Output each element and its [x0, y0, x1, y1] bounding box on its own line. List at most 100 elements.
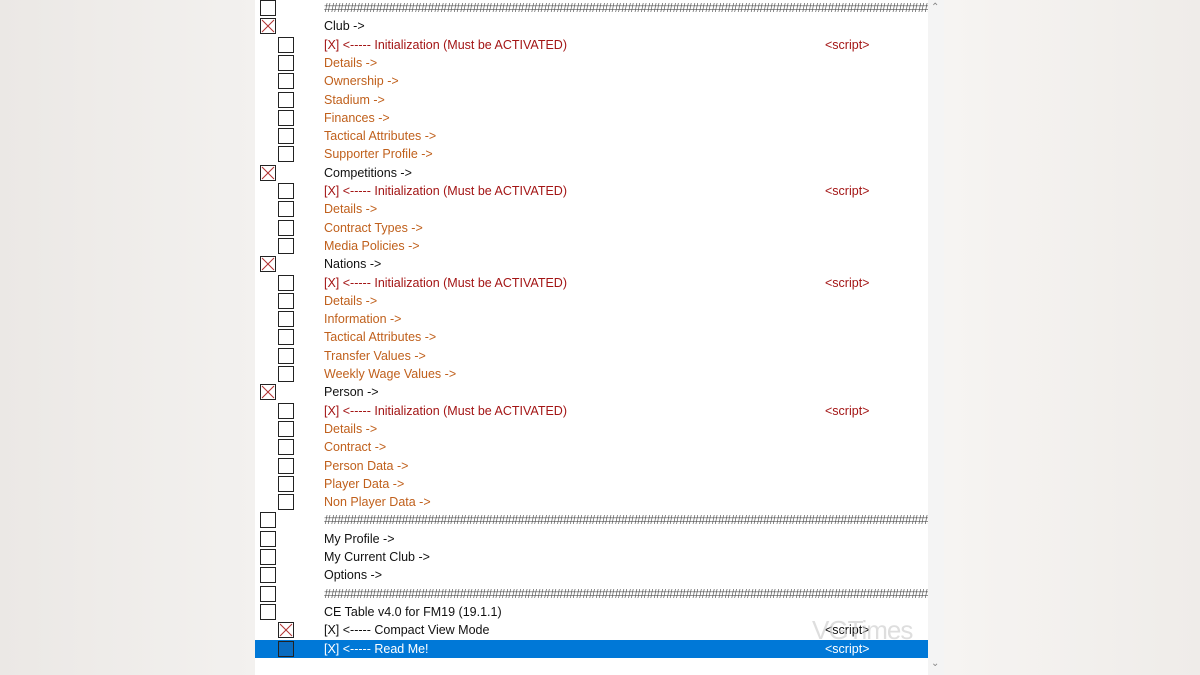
entry-description: [X] <----- Initialization (Must be ACTIV… [324, 275, 567, 290]
table-entry[interactable]: Weekly Wage Values -> [255, 365, 928, 383]
table-entry[interactable]: Options -> [255, 566, 928, 584]
checkbox[interactable] [278, 128, 294, 145]
table-entry[interactable]: Nations -> [255, 255, 928, 273]
table-entry[interactable]: Club -> [255, 17, 928, 35]
entry-description: Tactical Attributes -> [324, 330, 437, 345]
checkbox[interactable] [278, 109, 294, 126]
entry-description: Player Data -> [324, 476, 405, 491]
checkbox[interactable] [278, 91, 294, 108]
checkbox[interactable] [278, 366, 294, 382]
checkbox[interactable] [260, 549, 276, 565]
entry-description: Transfer Values -> [324, 348, 426, 363]
entry-value: <script> [825, 403, 870, 418]
entry-description: Details -> [324, 202, 378, 217]
checkbox[interactable] [278, 73, 294, 90]
entry-description: [X] <----- Compact View Mode [324, 623, 490, 638]
checkbox[interactable] [260, 512, 276, 529]
checkbox[interactable] [278, 146, 294, 163]
table-entry[interactable]: Tactical Attributes -> [255, 127, 928, 145]
vertical-scrollbar[interactable]: ⌃ ⌄ [928, 0, 944, 675]
table-entry[interactable]: ########################################… [255, 585, 928, 603]
table-entry[interactable]: Non Player Data -> [255, 493, 928, 511]
table-entry[interactable]: [X] <----- Initialization (Must be ACTIV… [255, 36, 928, 54]
entry-description: Finances -> [324, 110, 390, 125]
table-entry[interactable]: Information -> [255, 310, 928, 328]
table-entry[interactable]: Player Data -> [255, 475, 928, 493]
separator-entry: ########################################… [324, 1, 928, 15]
table-entry[interactable]: Contract Types -> [255, 219, 928, 237]
entry-description: Tactical Attributes -> [324, 129, 437, 144]
entry-description: Non Player Data -> [324, 495, 431, 510]
entry-description: Ownership -> [324, 74, 399, 89]
table-entry[interactable]: Contract -> [255, 438, 928, 456]
table-entry[interactable]: Finances -> [255, 109, 928, 127]
table-entry[interactable]: Supporter Profile -> [255, 145, 928, 163]
checkbox-checked[interactable] [260, 256, 276, 273]
checkbox[interactable] [278, 329, 294, 346]
table-entry[interactable]: Tactical Attributes -> [255, 328, 928, 346]
table-entry[interactable]: ########################################… [255, 511, 928, 529]
entry-description: Supporter Profile -> [324, 147, 433, 162]
checkbox[interactable] [278, 640, 294, 657]
entry-description: Information -> [324, 312, 402, 327]
background-left [0, 0, 255, 675]
checkbox[interactable] [278, 237, 294, 254]
table-entry[interactable]: Ownership -> [255, 72, 928, 90]
separator-entry: ########################################… [324, 513, 928, 528]
checkbox[interactable] [278, 201, 294, 218]
table-entry[interactable]: Details -> [255, 292, 928, 310]
scroll-up-icon[interactable]: ⌃ [931, 2, 939, 13]
checkbox-checked[interactable] [260, 384, 276, 401]
table-entry[interactable]: Details -> [255, 200, 928, 218]
table-entry[interactable]: Transfer Values -> [255, 347, 928, 365]
table-entry[interactable]: Stadium -> [255, 91, 928, 109]
table-entry[interactable]: Person -> [255, 383, 928, 401]
table-entry[interactable]: Details -> [255, 420, 928, 438]
table-entry[interactable]: [X] <----- Initialization (Must be ACTIV… [255, 274, 928, 292]
checkbox[interactable] [278, 292, 294, 309]
checkbox[interactable] [278, 219, 294, 236]
checkbox[interactable] [278, 475, 294, 492]
entry-description: [X] <----- Initialization (Must be ACTIV… [324, 403, 567, 418]
entry-value: <script> [825, 37, 870, 52]
table-entry[interactable]: My Current Club -> [255, 548, 928, 566]
checkbox[interactable] [278, 54, 294, 71]
entry-description: [X] <----- Read Me! [324, 641, 429, 656]
checkbox[interactable] [278, 494, 294, 511]
entry-description: Details -> [324, 421, 378, 436]
checkbox-checked[interactable] [278, 622, 294, 639]
checkbox[interactable] [278, 36, 294, 53]
entry-description: My Profile -> [324, 531, 395, 546]
checkbox[interactable] [278, 457, 294, 474]
table-entry[interactable]: [X] <----- Initialization (Must be ACTIV… [255, 182, 928, 200]
checkbox[interactable] [278, 420, 294, 437]
table-entry[interactable]: ########################################… [255, 0, 928, 17]
entry-description: Details -> [324, 293, 378, 308]
table-entry[interactable]: My Profile -> [255, 530, 928, 548]
table-entry[interactable]: [X] <----- Initialization (Must be ACTIV… [255, 402, 928, 420]
entry-description: Options -> [324, 568, 383, 583]
entry-description: [X] <----- Initialization (Must be ACTIV… [324, 184, 567, 198]
entry-description: Contract Types -> [324, 220, 423, 235]
checkbox[interactable] [278, 347, 294, 364]
table-entry[interactable]: Media Policies -> [255, 237, 928, 255]
checkbox[interactable] [260, 603, 276, 620]
checkbox[interactable] [260, 530, 276, 547]
checkbox[interactable] [278, 311, 294, 328]
checkbox[interactable] [278, 274, 294, 291]
table-entry[interactable]: Person Data -> [255, 457, 928, 475]
scroll-down-icon[interactable]: ⌄ [931, 658, 939, 669]
checkbox[interactable] [278, 402, 294, 419]
watermark: VGTimes [812, 615, 913, 645]
checkbox-checked[interactable] [260, 164, 276, 181]
entry-description: Weekly Wage Values -> [324, 367, 457, 381]
checkbox[interactable] [278, 439, 294, 456]
entry-description: Person -> [324, 385, 379, 400]
table-entry[interactable]: Details -> [255, 54, 928, 72]
checkbox-checked[interactable] [260, 18, 276, 35]
checkbox[interactable] [260, 0, 276, 16]
checkbox[interactable] [278, 183, 294, 199]
checkbox[interactable] [260, 585, 276, 602]
checkbox[interactable] [260, 567, 276, 584]
table-entry[interactable]: Competitions -> [255, 164, 928, 182]
